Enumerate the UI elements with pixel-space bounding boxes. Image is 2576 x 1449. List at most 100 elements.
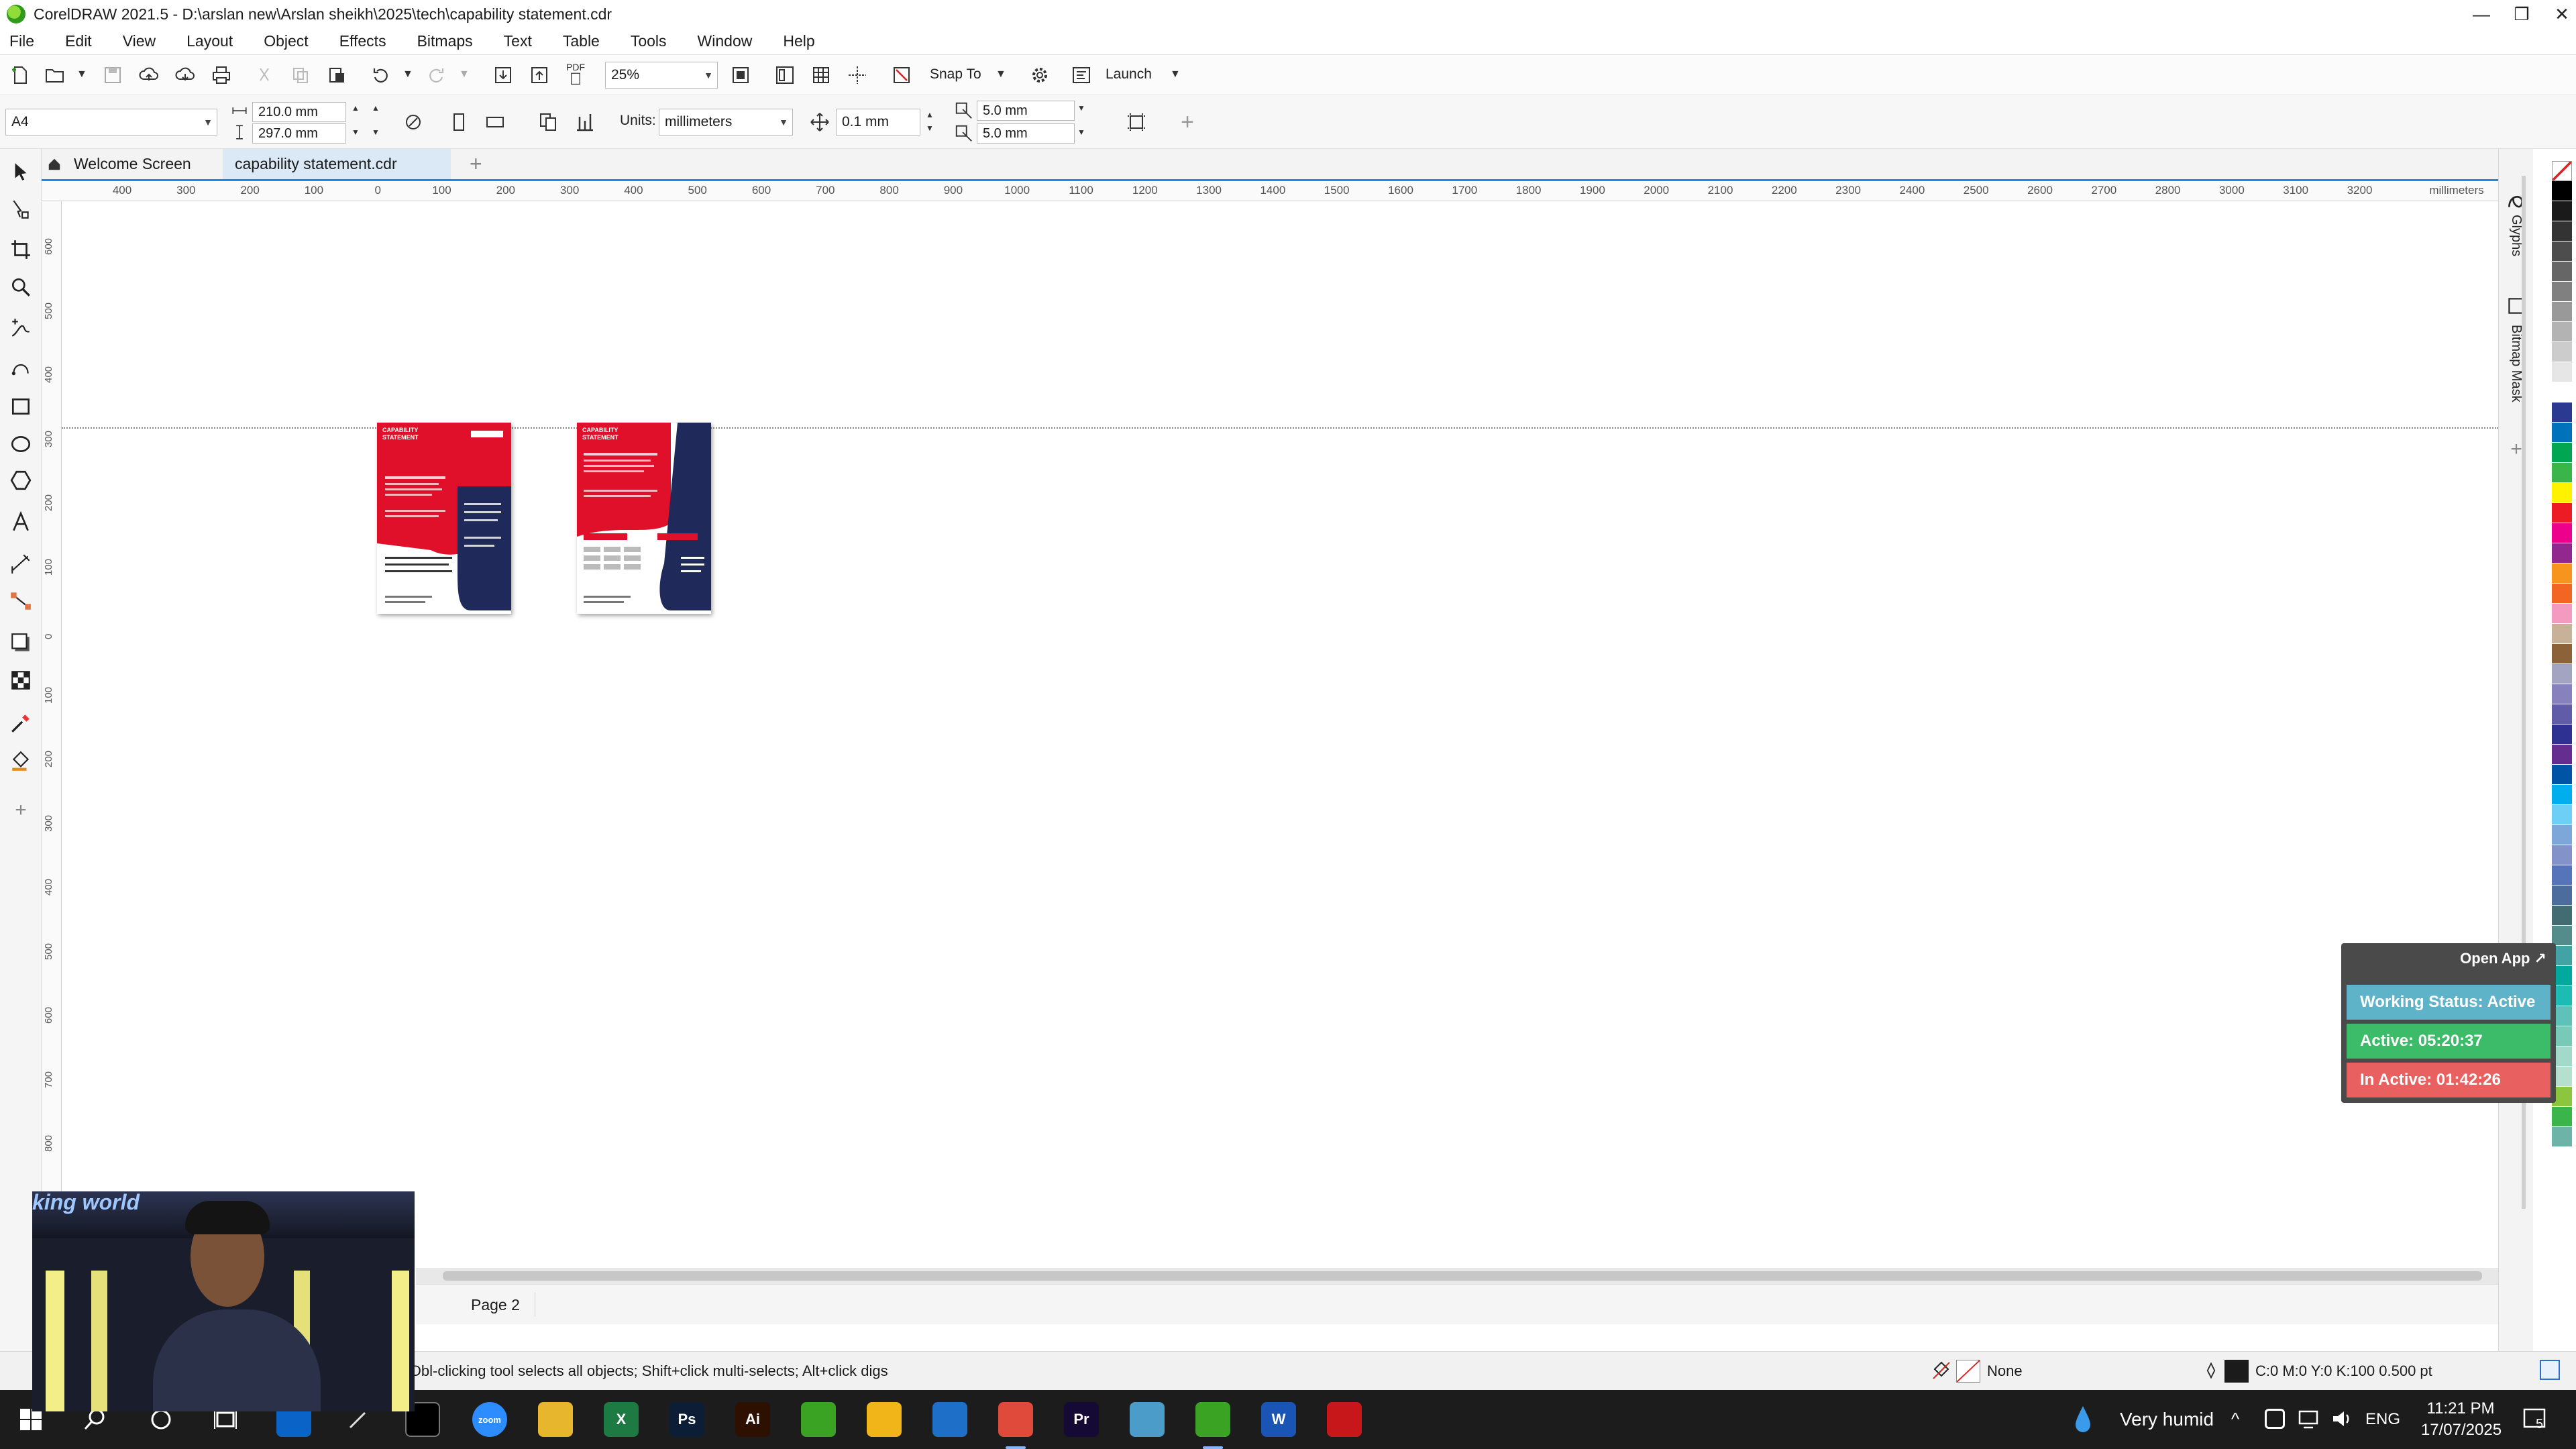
add-toolbar-icon[interactable]: +: [1174, 109, 1201, 136]
palette-swatch[interactable]: [2552, 262, 2572, 282]
zoom-to-page-icon[interactable]: [727, 62, 754, 89]
publish-pdf-icon[interactable]: PDF: [562, 60, 589, 87]
show-grid-icon[interactable]: [808, 62, 835, 89]
illustrator-icon[interactable]: Ai: [735, 1402, 770, 1437]
snap-to-menu[interactable]: Snap To: [930, 66, 981, 83]
page-1-thumbnail[interactable]: CAPABILITY STATEMENT: [377, 423, 511, 614]
bleed-icon[interactable]: [1123, 109, 1150, 136]
palette-swatch[interactable]: [2552, 161, 2572, 181]
palette-swatch[interactable]: [2552, 624, 2572, 644]
show-guidelines-icon[interactable]: [844, 62, 871, 89]
text-tool-icon[interactable]: [7, 508, 34, 535]
drop-shadow-tool-icon[interactable]: [7, 629, 34, 656]
palette-swatch[interactable]: [2552, 423, 2572, 443]
duplicate-y-field[interactable]: 5.0 mm: [977, 123, 1075, 144]
menu-object[interactable]: Object: [264, 32, 308, 50]
color-proof-icon[interactable]: [2540, 1360, 2560, 1380]
undo-icon[interactable]: [368, 62, 394, 89]
palette-swatch[interactable]: [2552, 463, 2572, 483]
page-2-thumbnail[interactable]: CAPABILITY STATEMENT: [577, 423, 711, 614]
outline-swatch[interactable]: [2224, 1360, 2249, 1383]
page-size-select[interactable]: A4 ▼: [5, 109, 217, 136]
palette-swatch[interactable]: [2552, 704, 2572, 724]
add-tool-icon[interactable]: +: [7, 797, 34, 824]
shape-tool-icon[interactable]: [7, 196, 34, 223]
copy-icon[interactable]: [287, 62, 314, 89]
polygon-tool-icon[interactable]: [7, 467, 34, 494]
rectangle-tool-icon[interactable]: [7, 393, 34, 420]
units-select[interactable]: millimeters ▼: [659, 109, 793, 136]
palette-swatch[interactable]: [2552, 865, 2572, 885]
redo-icon[interactable]: [423, 62, 449, 89]
page-orientation-lock-icon[interactable]: [400, 109, 427, 136]
undo-dropdown-icon[interactable]: ▼: [402, 68, 413, 80]
palette-swatch[interactable]: [2552, 765, 2572, 785]
redo-dropdown-icon[interactable]: ▼: [459, 68, 470, 80]
open-folder-icon[interactable]: [42, 62, 68, 89]
export-icon[interactable]: [526, 62, 553, 89]
palette-swatch[interactable]: [2552, 805, 2572, 825]
nudge-distance-field[interactable]: 0.1 mm: [836, 109, 920, 136]
interactive-fill-tool-icon[interactable]: [7, 747, 34, 774]
dup-y-dropdown-icon[interactable]: ▼: [1077, 127, 1085, 137]
vscode-icon[interactable]: [932, 1402, 967, 1437]
palette-swatch[interactable]: [2552, 322, 2572, 342]
page-2-tab[interactable]: Page 2: [456, 1293, 535, 1317]
paste-icon[interactable]: [323, 62, 350, 89]
chrome-2-icon[interactable]: [998, 1402, 1033, 1437]
crop-tool-icon[interactable]: [7, 236, 34, 263]
launch-icon[interactable]: [1068, 62, 1095, 89]
palette-swatch[interactable]: [2552, 241, 2572, 262]
palette-swatch[interactable]: [2552, 684, 2572, 704]
file-explorer-icon[interactable]: [538, 1402, 573, 1437]
palette-swatch[interactable]: [2552, 885, 2572, 906]
menu-window[interactable]: Window: [698, 32, 753, 50]
zoom-tool-icon[interactable]: [7, 274, 34, 301]
menu-layout[interactable]: Layout: [186, 32, 233, 50]
palette-swatch[interactable]: [2552, 302, 2572, 322]
menu-bitmaps[interactable]: Bitmaps: [417, 32, 473, 50]
open-app-link[interactable]: Open App ↗: [2460, 950, 2546, 967]
connector-tool-icon[interactable]: [7, 588, 34, 614]
palette-swatch[interactable]: [2552, 181, 2572, 201]
palette-swatch[interactable]: [2552, 503, 2572, 523]
menu-view[interactable]: View: [123, 32, 156, 50]
current-page-icon[interactable]: [572, 109, 598, 136]
palette-swatch[interactable]: [2552, 362, 2572, 382]
palette-swatch[interactable]: [2552, 1107, 2572, 1127]
clock-time[interactable]: 11:21 PM: [2420, 1399, 2501, 1418]
nudge-up-icon[interactable]: ▲: [926, 110, 934, 119]
page-width-field[interactable]: 210.0 mm: [252, 102, 346, 122]
nudge-down-icon[interactable]: ▼: [926, 123, 934, 133]
tab-welcome-screen[interactable]: Welcome Screen: [62, 149, 223, 179]
cloud-upload-icon[interactable]: [136, 62, 162, 89]
network-icon[interactable]: [2297, 1409, 2320, 1429]
palette-swatch[interactable]: [2552, 845, 2572, 865]
menu-effects[interactable]: Effects: [339, 32, 386, 50]
tray-overflow-icon[interactable]: ^: [2231, 1409, 2239, 1430]
landscape-icon[interactable]: [482, 109, 508, 136]
horizontal-scroll-thumb[interactable]: [443, 1271, 2482, 1281]
premiere-icon[interactable]: Pr: [1064, 1402, 1099, 1437]
palette-swatch[interactable]: [2552, 443, 2572, 463]
menu-table[interactable]: Table: [563, 32, 600, 50]
snap-dropdown-icon[interactable]: ▼: [996, 68, 1006, 80]
home-icon[interactable]: [42, 149, 62, 179]
palette-swatch[interactable]: [2552, 564, 2572, 584]
tab-capability-statement[interactable]: capability statement.cdr: [223, 149, 451, 179]
palette-swatch[interactable]: [2552, 342, 2572, 362]
curve-tool-icon[interactable]: [7, 353, 34, 380]
snap-off-icon[interactable]: [888, 62, 915, 89]
fill-icon[interactable]: [1931, 1360, 1952, 1381]
palette-swatch[interactable]: [2552, 282, 2572, 302]
chrome-icon[interactable]: [867, 1402, 902, 1437]
vertical-ruler[interactable]: 600 500 400 300 200 100 0 100 200 300 400 500 600 700…: [42, 201, 62, 1268]
fill-swatch[interactable]: [1956, 1360, 1980, 1383]
options-gear-icon[interactable]: [1026, 62, 1053, 89]
language-indicator[interactable]: ENG: [2365, 1410, 2400, 1429]
palette-swatch[interactable]: [2552, 221, 2572, 241]
app-blue-icon[interactable]: [1130, 1402, 1165, 1437]
menu-text[interactable]: Text: [504, 32, 532, 50]
cut-icon[interactable]: [251, 62, 278, 89]
eyedropper-tool-icon[interactable]: [7, 710, 34, 737]
